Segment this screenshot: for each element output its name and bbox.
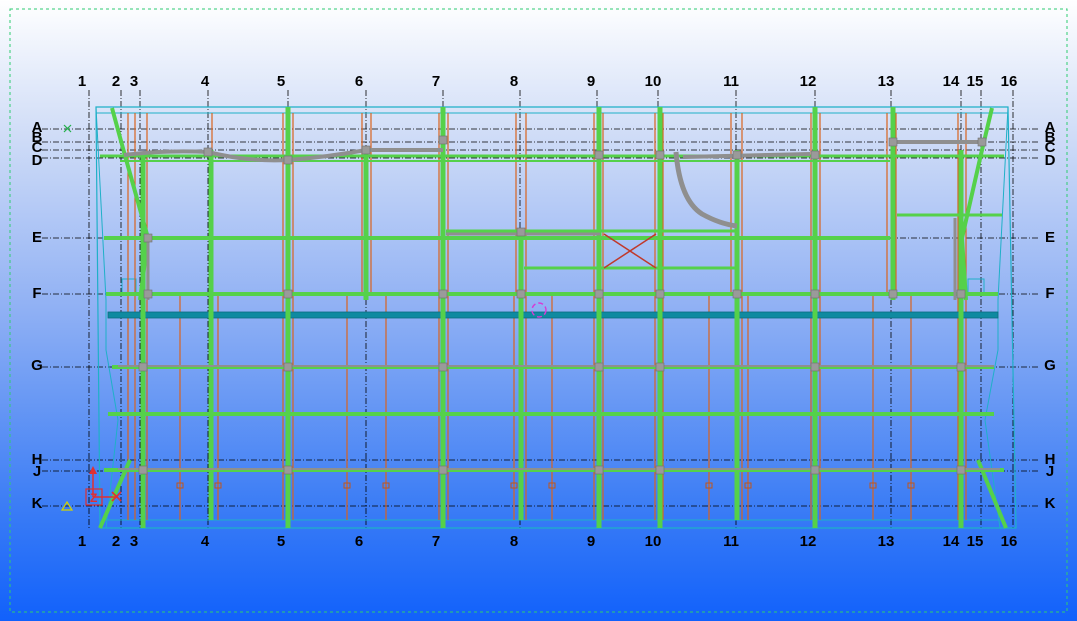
grid-label-right-G: G <box>1044 357 1056 374</box>
connection-plate <box>138 465 148 475</box>
connection-plate <box>594 362 604 372</box>
grid-label-bottom-5: 5 <box>277 533 285 550</box>
connection-plate <box>732 150 742 160</box>
connection-plate <box>438 289 448 299</box>
connection-plate <box>138 362 148 372</box>
grid-label-left-F: F <box>32 285 41 302</box>
grid-label-bottom-9: 9 <box>587 533 595 550</box>
grid-label-left-K: K <box>32 495 43 512</box>
grid-label-bottom-8: 8 <box>510 533 518 550</box>
connection-plate <box>655 362 665 372</box>
connection-plate <box>655 289 665 299</box>
connection-plate <box>888 137 898 147</box>
connection-plate <box>143 289 153 299</box>
grid-label-top-8: 8 <box>510 73 518 90</box>
connection-plate <box>438 362 448 372</box>
grid-label-right-D: D <box>1045 152 1056 169</box>
grid-label-top-11: 11 <box>723 73 739 90</box>
connection-plate <box>956 289 966 299</box>
grid-label-top-6: 6 <box>355 73 363 90</box>
grid-label-top-3: 3 <box>130 73 138 90</box>
connection-plate <box>283 465 293 475</box>
work-area-box <box>9 8 1068 613</box>
connection-plate <box>977 137 987 147</box>
grid-label-top-12: 12 <box>800 73 817 90</box>
connection-plate <box>283 155 293 165</box>
connection-plate <box>361 145 371 155</box>
connection-plate <box>888 289 898 299</box>
grid-label-bottom-1: 1 <box>78 533 86 550</box>
grid-label-bottom-15: 15 <box>967 533 984 550</box>
connection-plate <box>438 465 448 475</box>
connection-plate <box>283 362 293 372</box>
connection-plate <box>956 465 966 475</box>
grid-label-bottom-4: 4 <box>201 533 210 550</box>
connection-plate <box>143 233 153 243</box>
connection-plate <box>594 465 604 475</box>
grid-label-bottom-7: 7 <box>432 533 440 550</box>
grid-label-top-10: 10 <box>645 73 662 90</box>
grid-label-top-7: 7 <box>432 73 440 90</box>
connection-plate <box>655 465 665 475</box>
connection-plate <box>956 362 966 372</box>
connection-plate <box>438 135 448 145</box>
grid-label-top-14: 14 <box>943 73 960 90</box>
connection-plate <box>283 289 293 299</box>
connection-plate <box>810 362 820 372</box>
connection-plate <box>810 150 820 160</box>
grid-label-top-9: 9 <box>587 73 595 90</box>
grid-label-bottom-3: 3 <box>130 533 138 550</box>
model-viewport[interactable]: 1 1 2 2 3 3 4 4 5 5 6 6 7 7 8 8 9 9 10 10 11 11 12 12 13 13 14 14 15… <box>0 0 1077 621</box>
grid-label-bottom-16: 16 <box>1001 533 1018 550</box>
grid-label-left-G: G <box>31 357 43 374</box>
grid-labels: 1122334455667788991010111112121313141415… <box>31 73 1056 550</box>
grid-label-left-E: E <box>32 229 42 246</box>
grid-label-top-13: 13 <box>878 73 895 90</box>
grid-label-top-15: 15 <box>967 73 984 90</box>
grid-label-bottom-6: 6 <box>355 533 363 550</box>
outline-notch-right <box>967 278 985 292</box>
connection-plate <box>516 289 526 299</box>
grid-label-bottom-13: 13 <box>878 533 895 550</box>
grid-label-bottom-11: 11 <box>723 533 739 550</box>
curved-brace <box>673 151 738 229</box>
grid-label-top-4: 4 <box>201 73 210 90</box>
grid-label-right-K: K <box>1045 495 1056 512</box>
z-axis-label: Z <box>90 491 97 505</box>
outline-notch-left <box>121 278 137 292</box>
connection-plate <box>655 150 665 160</box>
grid-label-bottom-14: 14 <box>943 533 960 550</box>
connection-plate <box>810 465 820 475</box>
grid-label-right-J: J <box>1046 463 1054 480</box>
grid-label-bottom-2: 2 <box>112 533 120 550</box>
grid-label-top-16: 16 <box>1001 73 1018 90</box>
grid-label-top-2: 2 <box>112 73 120 90</box>
grid-label-right-F: F <box>1045 285 1054 302</box>
crane-rail <box>107 311 999 319</box>
connection-plate <box>594 150 604 160</box>
grid-label-left-J: J <box>33 463 41 480</box>
view-plane-marker-icon <box>63 124 72 133</box>
grid-label-right-E: E <box>1045 229 1055 246</box>
grid-label-top-1: 1 <box>78 73 86 90</box>
connection-plate <box>810 289 820 299</box>
connection-plate <box>516 227 526 237</box>
connection-plate <box>594 289 604 299</box>
grid-label-left-D: D <box>32 152 43 169</box>
steel-model[interactable] <box>95 106 1017 529</box>
grid-label-top-5: 5 <box>277 73 285 90</box>
grid-label-bottom-10: 10 <box>645 533 662 550</box>
model-scene[interactable]: 1122334455667788991010111112121313141415… <box>0 0 1077 621</box>
connection-plate <box>732 289 742 299</box>
grid-label-bottom-12: 12 <box>800 533 817 550</box>
connection-plate <box>203 147 213 157</box>
